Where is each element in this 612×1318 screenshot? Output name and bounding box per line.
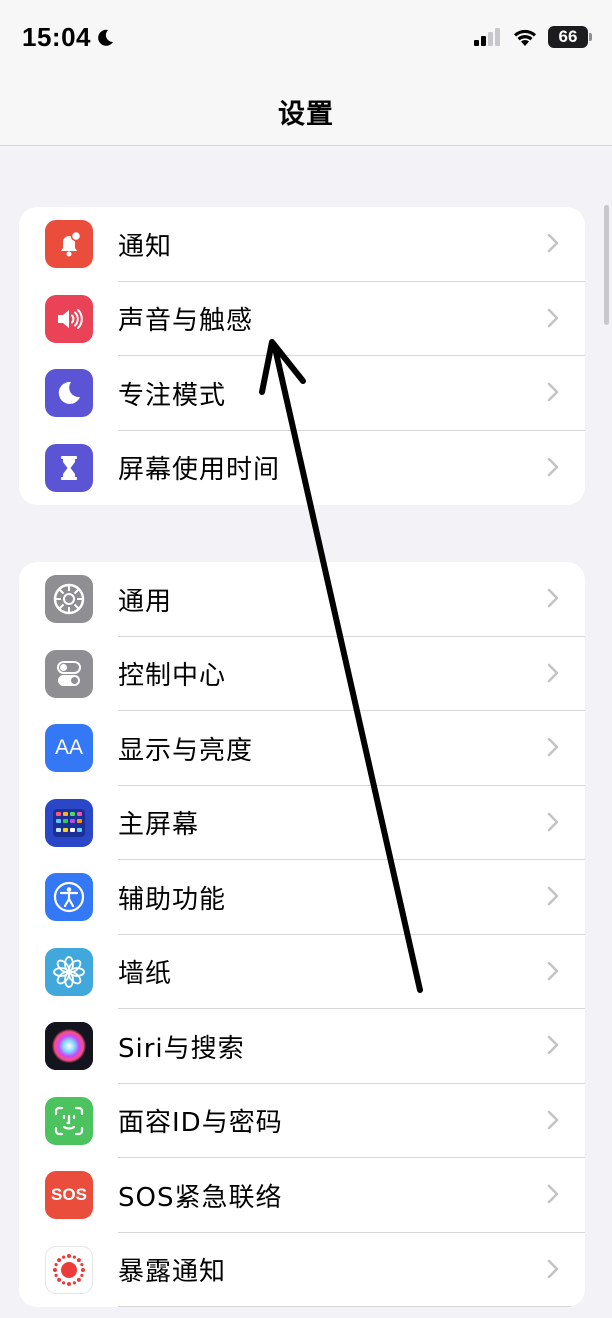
settings-item-label: 墙纸 [118, 959, 173, 990]
chevron-right-icon [547, 1184, 559, 1204]
chevron-right-icon [547, 588, 559, 608]
status-indicators: 66 [474, 26, 592, 48]
sounds-icon [45, 294, 93, 343]
battery-level: 66 [558, 27, 578, 46]
chevron-right-icon [547, 737, 559, 757]
home-screen-icon [45, 798, 93, 847]
settings-item-home-screen[interactable]: 主屏幕 [19, 786, 585, 860]
settings-item-label: 屏幕使用时间 [118, 455, 281, 486]
face-id-icon [45, 1096, 93, 1145]
chevron-right-icon [547, 961, 559, 980]
settings-group-2: 通用 控制中心 AA 显示与亮度 主屏幕 辅助功能 墙纸 Siri与搜索 面容I… [19, 562, 585, 1307]
settings-item-label: SOS紧急联络 [118, 1182, 283, 1213]
settings-item-label: 主屏幕 [118, 810, 200, 841]
exposure-notifications-icon [45, 1245, 93, 1294]
settings-item-accessibility[interactable]: 辅助功能 [19, 860, 585, 935]
settings-item-focus[interactable]: 专注模式 [19, 356, 585, 431]
settings-item-general[interactable]: 通用 [19, 562, 585, 637]
general-gear-icon [45, 575, 93, 623]
settings-item-screen-time[interactable]: 屏幕使用时间 [19, 431, 585, 506]
time-text: 15:04 [22, 22, 91, 52]
chevron-right-icon [547, 1110, 559, 1129]
scroll-indicator [604, 205, 609, 325]
display-icon-text: AA [54, 736, 83, 759]
settings-item-label: 通知 [118, 231, 173, 262]
chevron-right-icon [547, 1259, 559, 1278]
accessibility-icon [45, 873, 93, 921]
settings-item-notifications[interactable]: 通知 [19, 207, 585, 282]
chevron-right-icon [547, 663, 559, 682]
chevron-right-icon [547, 812, 559, 831]
settings-item-display[interactable]: AA 显示与亮度 [19, 711, 585, 786]
settings-item-exposure-notifications[interactable]: 暴露通知 [19, 1233, 585, 1307]
settings-item-face-id[interactable]: 面容ID与密码 [19, 1084, 585, 1158]
battery-indicator: 66 [548, 26, 592, 48]
settings-item-label: 暴露通知 [118, 1257, 227, 1288]
chevron-right-icon [547, 308, 559, 327]
settings-item-label: 显示与亮度 [118, 735, 254, 766]
settings-item-label: Siri与搜索 [118, 1033, 245, 1064]
settings-item-label: 辅助功能 [118, 884, 227, 915]
notifications-icon [45, 220, 93, 268]
focus-moon-icon [45, 369, 93, 417]
cellular-signal-icon [474, 28, 500, 46]
control-center-icon [45, 649, 93, 698]
settings-item-label: 通用 [118, 586, 173, 617]
status-time: 15:04 [22, 22, 115, 53]
sos-icon-text: SOS [51, 1185, 87, 1204]
siri-icon [45, 1022, 93, 1070]
settings-item-label: 面容ID与密码 [118, 1108, 283, 1139]
sos-icon: SOS [45, 1171, 93, 1219]
chevron-right-icon [547, 233, 559, 253]
settings-group-1: 通知 声音与触感 专注模式 屏幕使用时间 [19, 207, 585, 505]
settings-item-label: 声音与触感 [118, 306, 254, 337]
page-title: 设置 [278, 99, 334, 130]
navigation-bar: 设置 [0, 80, 612, 146]
moon-icon [98, 29, 113, 46]
settings-item-wallpaper[interactable]: 墙纸 [19, 935, 585, 1009]
row-separator [118, 1306, 585, 1307]
settings-item-label: 专注模式 [118, 380, 227, 411]
chevron-right-icon [547, 457, 559, 476]
status-bar: 15:04 66 [0, 0, 612, 80]
wifi-icon [514, 29, 536, 46]
chevron-right-icon [547, 1035, 559, 1055]
settings-item-sounds[interactable]: 声音与触感 [19, 282, 585, 356]
settings-item-label: 控制中心 [118, 661, 227, 692]
chevron-right-icon [547, 886, 559, 906]
settings-item-emergency-sos[interactable]: SOS SOS紧急联络 [19, 1158, 585, 1233]
display-brightness-icon: AA [45, 724, 93, 772]
settings-item-control-center[interactable]: 控制中心 [19, 637, 585, 711]
settings-item-siri[interactable]: Siri与搜索 [19, 1009, 585, 1084]
wallpaper-flower-icon [45, 947, 93, 996]
chevron-right-icon [547, 382, 559, 402]
screen-time-hourglass-icon [45, 443, 93, 492]
